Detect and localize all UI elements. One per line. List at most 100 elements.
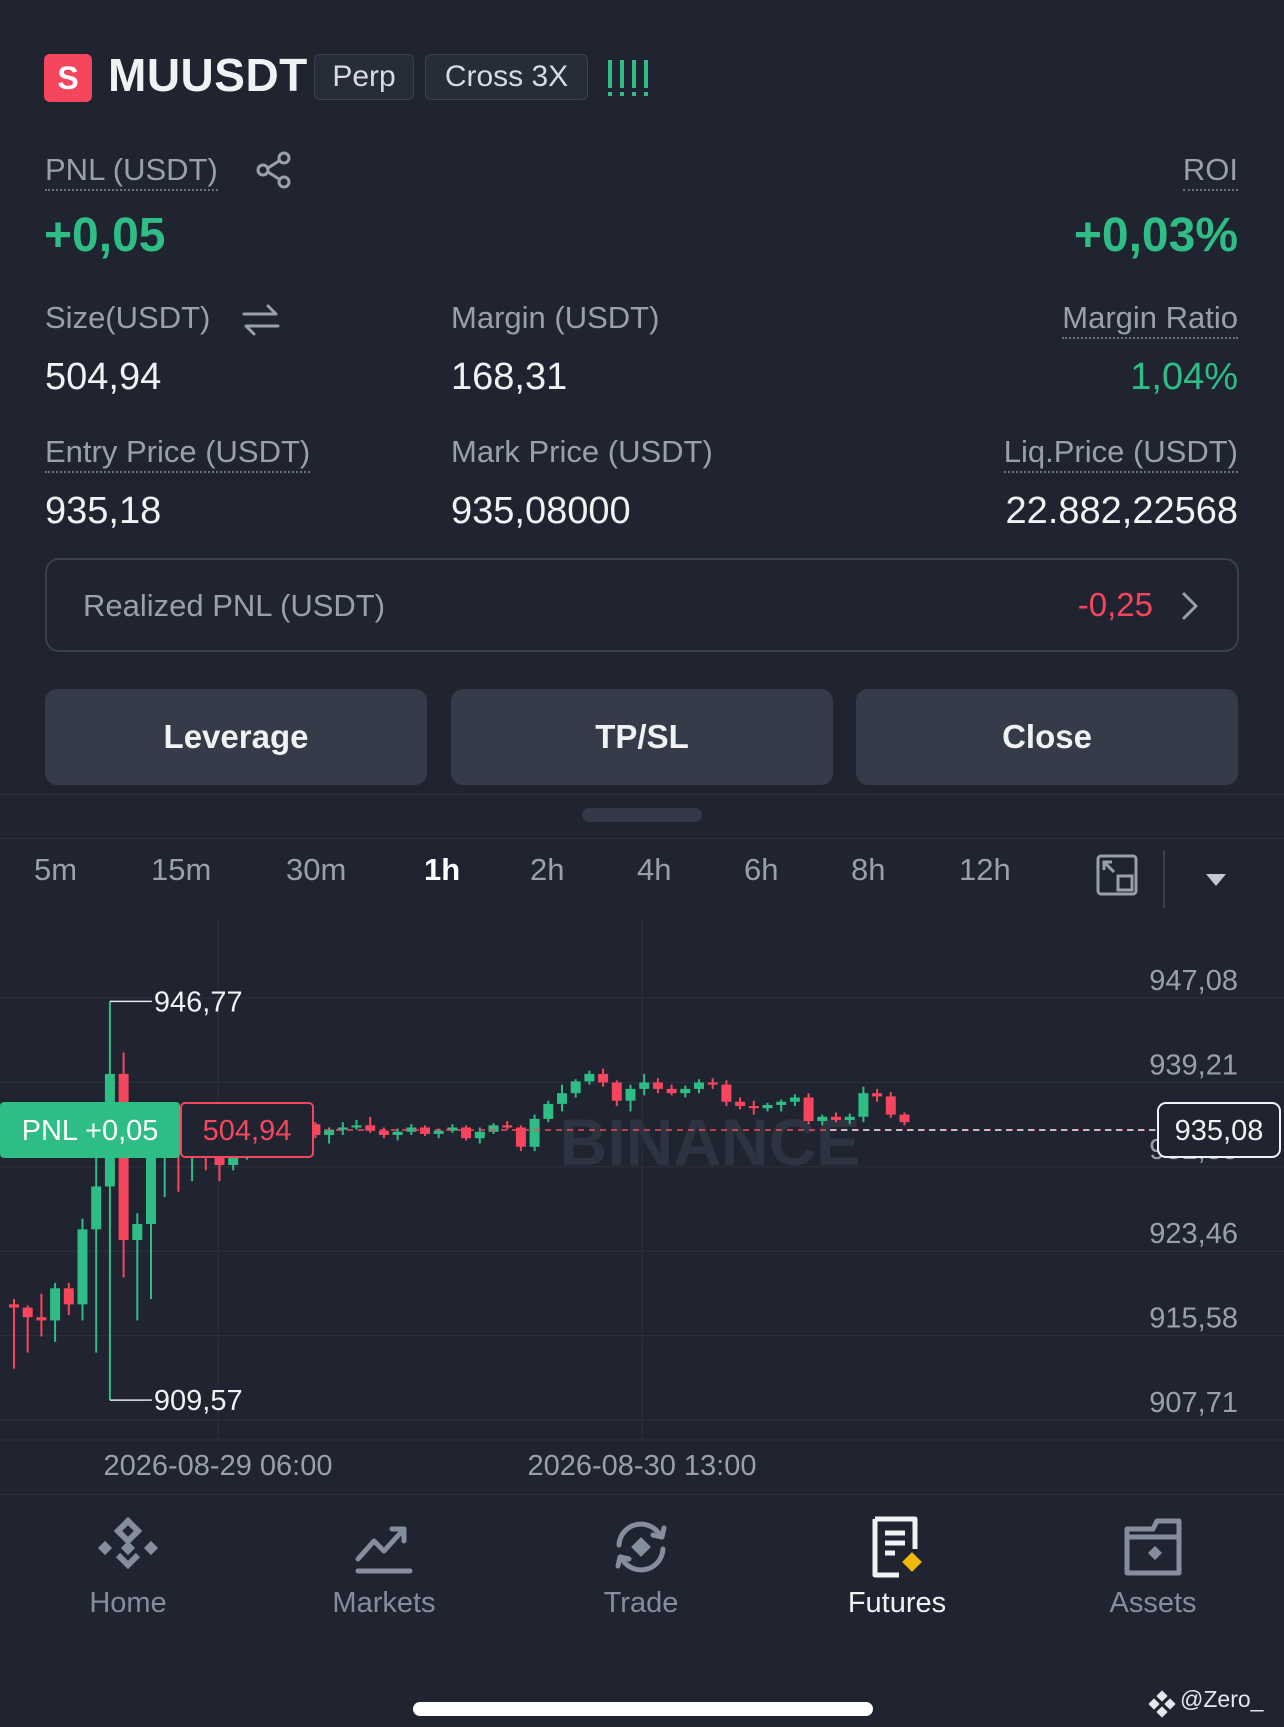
candle: [872, 1093, 883, 1097]
timeframe-12h[interactable]: 12h: [959, 852, 1011, 888]
candle: [707, 1082, 718, 1085]
perp-tag: Perp: [314, 54, 414, 100]
signal-bars-icon: [608, 60, 648, 96]
margin-ratio-value: 1,04%: [1130, 356, 1238, 398]
pnl-tag-label: PNL +0,05: [22, 1115, 159, 1147]
mark-price-label: Mark Price (USDT): [451, 434, 713, 469]
wallet-icon: [1124, 1518, 1182, 1576]
liq-price-label[interactable]: Liq.Price (USDT): [1003, 434, 1238, 473]
candle: [77, 1229, 88, 1305]
candle: [694, 1082, 704, 1089]
nav-trade-label: Trade: [603, 1587, 679, 1619]
candle: [625, 1088, 636, 1101]
candle: [91, 1186, 102, 1230]
entry-price-label[interactable]: Entry Price (USDT): [45, 434, 311, 473]
home-indicator[interactable]: [413, 1702, 873, 1716]
current-price-label: 935,08: [1175, 1115, 1264, 1147]
margin-mode-tag[interactable]: Cross 3X: [425, 54, 588, 100]
candle: [584, 1073, 595, 1082]
y-tick-label: 907,71: [1149, 1387, 1238, 1419]
liq-price-value: 22.882,22568: [1005, 490, 1238, 532]
chevron-right-icon: [1182, 592, 1198, 620]
candle: [488, 1125, 499, 1132]
candle: [831, 1116, 841, 1120]
timeframe-15m[interactable]: 15m: [151, 852, 211, 888]
nav-assets[interactable]: Assets: [1053, 1515, 1253, 1620]
timeframe-30m[interactable]: 30m: [286, 852, 346, 888]
timeframe-2h[interactable]: 2h: [530, 852, 564, 888]
candle: [63, 1288, 74, 1305]
pnl-label[interactable]: PNL (USDT): [45, 152, 218, 191]
candle: [474, 1131, 485, 1139]
leverage-button[interactable]: Leverage: [45, 689, 427, 785]
candle: [680, 1088, 691, 1094]
size-tag-label: 504,94: [203, 1115, 292, 1147]
margin-value: 168,31: [451, 356, 568, 398]
size-value: 504,94: [45, 356, 162, 398]
mark-price-value: 935,08000: [451, 490, 631, 532]
nav-futures[interactable]: Futures: [797, 1515, 997, 1620]
realized-pnl-value: -0,25: [1077, 586, 1153, 623]
timeframe-4h[interactable]: 4h: [637, 852, 671, 888]
nav-home[interactable]: Home: [28, 1515, 228, 1620]
candle: [762, 1104, 773, 1109]
candle: [735, 1101, 746, 1107]
timeframe-6h[interactable]: 6h: [744, 852, 778, 888]
roi-label-group[interactable]: ROI: [1182, 152, 1238, 191]
timeframe-5m[interactable]: 5m: [34, 852, 77, 888]
candle: [132, 1223, 143, 1241]
candle: [776, 1101, 787, 1105]
divider: [0, 794, 1284, 795]
pnl-label-group[interactable]: PNL (USDT): [45, 152, 218, 191]
binance-watermark-icon: [1148, 1690, 1176, 1718]
candle: [803, 1097, 814, 1122]
caret-down-icon[interactable]: [1204, 872, 1228, 888]
y-tick-label: 923,46: [1149, 1218, 1238, 1250]
futures-document-icon: [872, 1516, 922, 1578]
realized-pnl-row[interactable]: Realized PNL (USDT) -0,25: [45, 558, 1239, 652]
divider: [0, 1494, 1284, 1495]
nav-home-label: Home: [89, 1587, 167, 1619]
y-tick-label: 915,58: [1149, 1303, 1238, 1335]
nav-assets-label: Assets: [1109, 1587, 1197, 1619]
swap-arrows-icon[interactable]: [242, 302, 280, 338]
timeframe-1h[interactable]: 1h: [424, 852, 460, 888]
close-position-button[interactable]: Close: [856, 689, 1238, 785]
nav-markets[interactable]: Markets: [284, 1515, 484, 1620]
fullscreen-toggle-icon[interactable]: [1096, 854, 1138, 896]
y-tick-label: 939,21: [1149, 1049, 1238, 1081]
share-icon[interactable]: [254, 150, 294, 190]
nav-trade[interactable]: Trade: [541, 1515, 741, 1620]
size-label: Size(USDT): [45, 300, 211, 335]
candle: [543, 1103, 554, 1119]
divider: [0, 838, 1284, 839]
candle: [22, 1307, 33, 1318]
candle: [502, 1125, 513, 1128]
candle: [666, 1088, 677, 1094]
symbol-title[interactable]: MUUSDT: [108, 48, 308, 102]
symbol-icon: S: [44, 54, 92, 102]
nav-futures-label: Futures: [847, 1587, 947, 1619]
candle: [748, 1106, 759, 1109]
timeframe-8h[interactable]: 8h: [851, 852, 885, 888]
candle: [529, 1118, 540, 1147]
x-tick-label: 2026-08-30 13:00: [528, 1450, 757, 1482]
candle: [885, 1096, 896, 1115]
candle: [639, 1082, 650, 1089]
price-chart[interactable]: 947,08939,21931,33923,46915,58907,712026…: [0, 900, 1284, 1494]
candles-layer: [9, 1001, 910, 1401]
binance-logo-icon: [97, 1516, 159, 1570]
candle: [392, 1131, 403, 1135]
drag-handle[interactable]: [582, 808, 702, 822]
high-price-label: 946,77: [154, 986, 243, 1018]
candle: [789, 1097, 800, 1102]
y-tick-label: 947,08: [1149, 965, 1238, 997]
pnl-value: +0,05: [44, 209, 166, 262]
candle: [570, 1081, 581, 1094]
candle: [461, 1127, 472, 1139]
roi-label[interactable]: ROI: [1182, 152, 1238, 191]
candle: [721, 1084, 732, 1102]
margin-ratio-label[interactable]: Margin Ratio: [1062, 300, 1238, 339]
candle: [9, 1304, 19, 1308]
tpsl-button[interactable]: TP/SL: [451, 689, 833, 785]
